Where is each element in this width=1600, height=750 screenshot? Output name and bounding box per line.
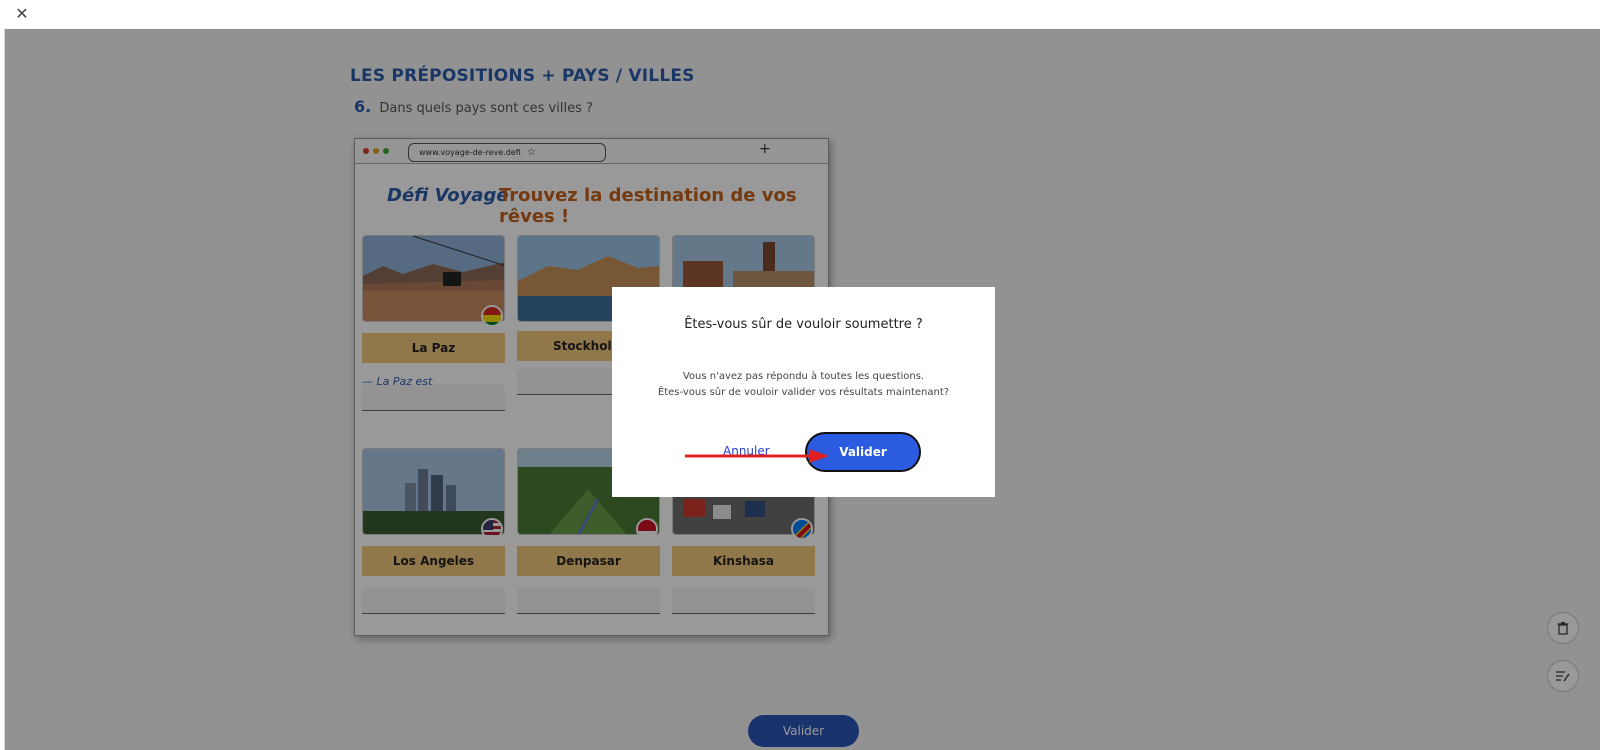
dialog-title: Êtes-vous sûr de vouloir soumettre ? xyxy=(684,317,923,332)
dialog-message-line1: Vous n'avez pas répondu à toutes les que… xyxy=(682,371,925,382)
dialog-message-line2: Êtes-vous sûr de vouloir valider vos rés… xyxy=(657,387,950,398)
close-icon[interactable]: ✕ xyxy=(12,4,32,24)
dialog-message: Vous n'avez pas répondu à toutes les que… xyxy=(612,369,995,401)
top-bar: ✕ xyxy=(0,0,1600,29)
red-arrow-annotation xyxy=(685,449,829,463)
